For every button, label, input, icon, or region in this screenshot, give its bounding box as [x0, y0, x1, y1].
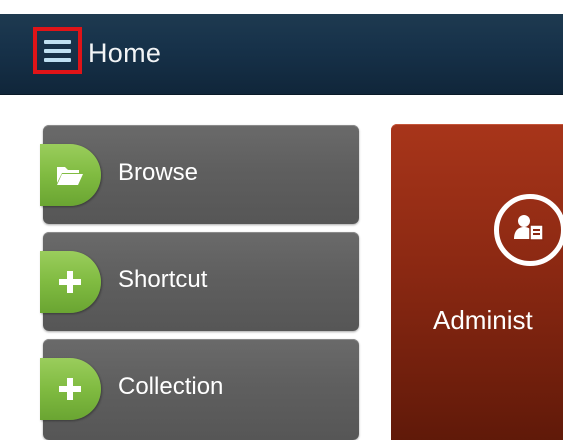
administration-label: Administ	[433, 305, 533, 335]
shortcut-button[interactable]: Shortcut	[40, 232, 359, 331]
plus-icon	[58, 377, 82, 401]
top-bar: Home	[0, 14, 563, 95]
browse-button[interactable]: Browse	[40, 125, 359, 224]
shortcut-label: Shortcut	[118, 266, 208, 293]
browse-label: Browse	[118, 159, 199, 186]
user-document-icon	[513, 213, 547, 248]
tile-icon-ring	[494, 194, 563, 266]
page-title: Home	[88, 38, 162, 68]
shortcut-tab	[40, 251, 101, 313]
menu-bar-line	[44, 57, 71, 62]
collection-tab	[40, 358, 101, 420]
menu-bar-line	[44, 48, 71, 53]
administration-tile[interactable]: Administ	[391, 124, 563, 440]
browse-tab	[40, 144, 101, 206]
plus-icon	[58, 270, 82, 294]
hamburger-menu-icon[interactable]	[33, 27, 82, 74]
collection-label: Collection	[118, 373, 224, 400]
menu-bar-line	[44, 39, 71, 44]
app-window: Home Browse Shortcut Collection Administ	[0, 0, 563, 440]
collection-button[interactable]: Collection	[40, 339, 359, 440]
folder-open-icon	[56, 164, 84, 186]
